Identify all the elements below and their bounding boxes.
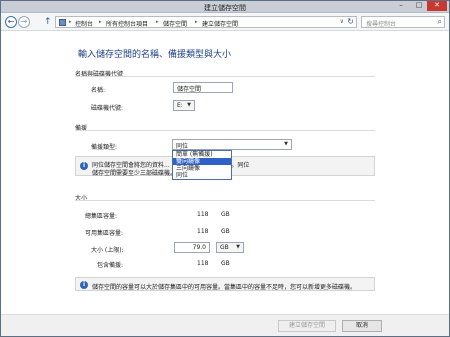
resiliency-type-label: 備援類型: <box>91 144 118 151</box>
window-title: 建立儲存空間 <box>204 4 246 12</box>
available-pool-capacity-label: 可用集區容量: <box>85 230 124 237</box>
main-content: 輸入儲存空間的名稱、備援類型與大小 名稱與磁碟機代號 名稱: 儲存空間 磁碟機代… <box>1 31 449 314</box>
section-divider <box>75 76 375 77</box>
resiliency-info-line-2: 儲存空間需要至少三部磁碟機。 <box>92 170 177 177</box>
size-info-text: 儲存空間的容量可以大於儲存集區中的可用容量。當集區中的容量不足時，您可以新增更多… <box>92 284 357 291</box>
close-button[interactable]: ✕ <box>427 1 447 11</box>
address-bar[interactable]: ▸ 控制台 ▸ 所有控制台項目 ▸ 儲存空間 ▸ 建立儲存空間 ∨ ↻ <box>55 16 357 28</box>
including-resiliency-value: 118 <box>197 260 209 267</box>
section-divider <box>75 130 375 131</box>
breadcrumb-separator[interactable]: ▸ <box>156 19 159 25</box>
navigation-bar: ← → ↑ ▸ 控制台 ▸ 所有控制台項目 ▸ 儲存空間 ▸ 建立儲存空間 ∨ … <box>1 13 449 31</box>
breadcrumb-create-storage-space[interactable]: 建立儲存空間 <box>202 19 238 28</box>
drive-letter-label: 磁碟機代號: <box>91 105 124 112</box>
breadcrumb-storage-spaces[interactable]: 儲存空間 <box>163 19 187 28</box>
search-icon[interactable]: ⌕ <box>438 17 442 27</box>
breadcrumb-separator[interactable]: ▸ <box>99 19 102 25</box>
maximize-button[interactable]: □ <box>411 1 427 11</box>
address-dropdown-icon[interactable]: ∨ <box>340 18 344 25</box>
create-storage-space-button[interactable]: 建立儲存空間 <box>278 320 336 332</box>
breadcrumb-separator[interactable]: ▸ <box>69 19 72 25</box>
chevron-down-icon: ▼ <box>236 244 240 250</box>
including-resiliency-unit: GB <box>221 260 230 267</box>
name-label: 名稱: <box>91 87 106 94</box>
total-pool-capacity-value: 118 <box>197 211 209 218</box>
resiliency-type-dropdown-list: 簡單 (無備援) 雙向鏡像 三向鏡像 同位 <box>172 150 232 180</box>
size-field[interactable]: 79.0 <box>174 242 210 253</box>
back-button[interactable]: ← <box>5 16 17 28</box>
search-placeholder: 搜尋控制台 <box>366 21 397 28</box>
dropdown-option-two-way-mirror[interactable]: 雙向鏡像 <box>173 158 231 165</box>
title-bar: 建立儲存空間 – □ ✕ <box>1 1 449 13</box>
drive-letter-value: E: <box>177 102 183 109</box>
breadcrumb-all-items[interactable]: 所有控制台項目 <box>106 19 148 28</box>
total-pool-capacity-unit: GB <box>221 211 230 218</box>
info-icon: i <box>80 281 88 289</box>
available-pool-capacity-value: 118 <box>197 228 209 235</box>
dropdown-option-three-way-mirror[interactable]: 三向鏡像 <box>173 165 231 172</box>
total-pool-capacity-label: 總集區容量: <box>85 213 118 220</box>
resiliency-type-value: 同位 <box>176 143 189 150</box>
minimize-button[interactable]: – <box>393 1 409 11</box>
available-pool-capacity-unit: GB <box>221 228 230 235</box>
chevron-down-icon: ▼ <box>187 102 191 108</box>
size-max-label: 大小 (上限): <box>91 247 124 254</box>
control-panel-icon <box>59 19 66 26</box>
create-storage-space-window: 建立儲存空間 – □ ✕ ← → ↑ ▸ 控制台 ▸ 所有控制台項目 ▸ 儲存空… <box>0 0 450 337</box>
section-divider <box>75 200 375 201</box>
chevron-down-icon: ▼ <box>284 141 288 147</box>
size-unit-select[interactable]: GB ▼ <box>216 242 244 253</box>
dropdown-option-parity[interactable]: 同位 <box>173 172 231 179</box>
size-info-box: i 儲存空間的容量可以大於儲存集區中的可用容量。當集區中的容量不足時，您可以新增… <box>75 277 375 291</box>
up-arrow-icon[interactable]: ↑ <box>44 17 53 27</box>
drive-letter-select[interactable]: E: ▼ <box>173 100 195 111</box>
cancel-button[interactable]: 取消 <box>342 320 382 332</box>
forward-button[interactable]: → <box>18 16 30 28</box>
search-box[interactable]: 搜尋控制台 ⌕ <box>361 16 445 28</box>
resiliency-type-select[interactable]: 同位 ▼ <box>172 139 292 150</box>
including-resiliency-label: 包含備援: <box>97 262 124 269</box>
refresh-icon[interactable]: ↻ <box>347 17 354 26</box>
dropdown-option-simple[interactable]: 簡單 (無備援) <box>173 151 231 158</box>
name-field[interactable]: 儲存空間 <box>173 82 233 93</box>
breadcrumb-separator[interactable]: ▸ <box>195 19 198 25</box>
info-icon: i <box>80 162 88 170</box>
page-heading: 輸入儲存空間的名稱、備援類型與大小 <box>78 50 232 60</box>
breadcrumb-control-panel[interactable]: 控制台 <box>75 19 93 28</box>
size-unit-value: GB <box>220 244 229 251</box>
footer-bar: 建立儲存空間 取消 <box>1 314 449 336</box>
